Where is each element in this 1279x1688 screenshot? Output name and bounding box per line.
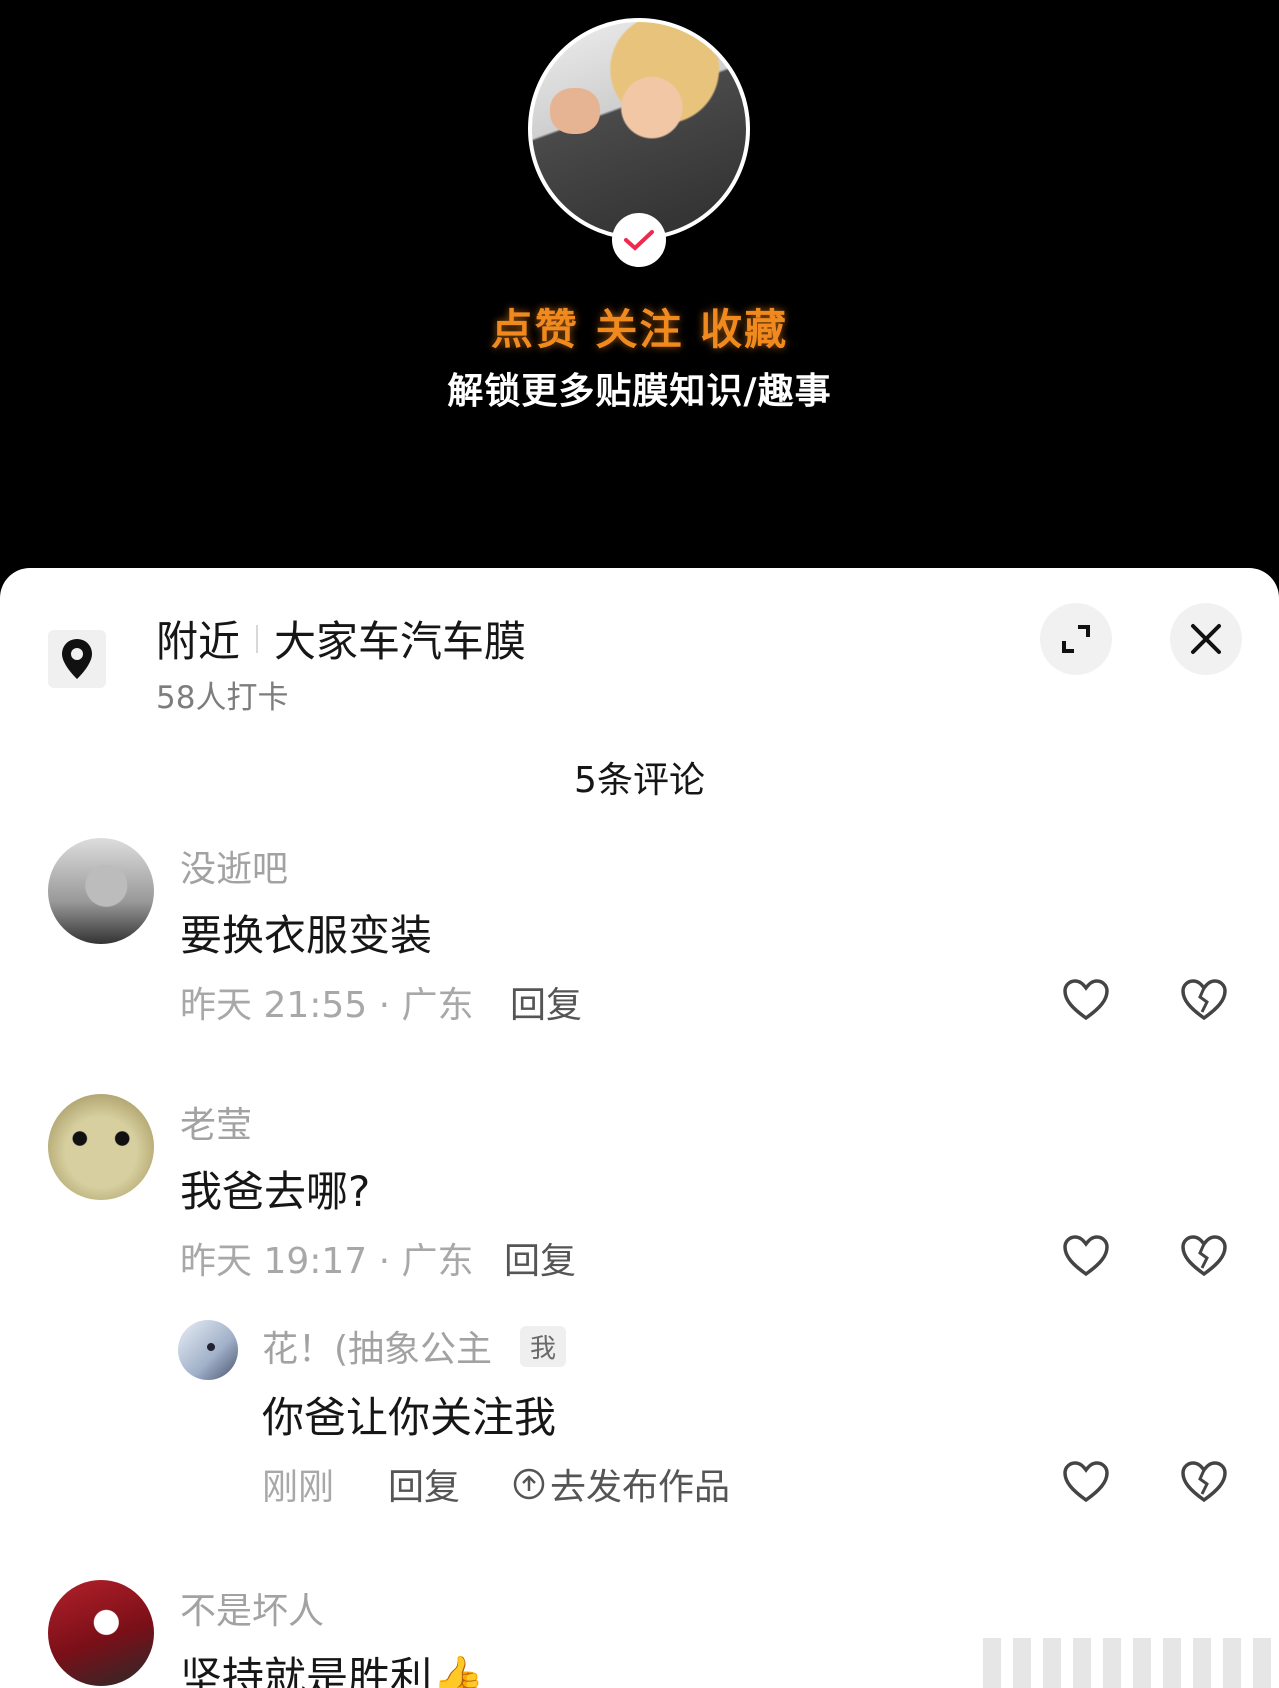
- comment-sheet: 附近 大家车汽车膜 58人打卡 5条评论 没逝吧 要换衣服变装 昨天 21:55…: [0, 568, 1279, 1688]
- me-tag: 我: [520, 1326, 567, 1367]
- avatar[interactable]: [48, 838, 154, 944]
- location-name: 大家车汽车膜: [274, 617, 527, 666]
- comment-username[interactable]: 不是坏人: [180, 1582, 324, 1634]
- comment-item: 老莹 我爸去哪? 昨天 19:17 · 广东 回复: [0, 1094, 1279, 1314]
- reply-button[interactable]: 回复: [388, 1458, 460, 1510]
- comment-text: 我爸去哪?: [180, 1167, 371, 1216]
- expand-icon: [1062, 625, 1090, 653]
- divider: [256, 624, 259, 653]
- publish-label: 去发布作品: [550, 1467, 731, 1508]
- comment-text: 要换衣服变装: [180, 911, 433, 960]
- reply-meta: 刚刚: [262, 1467, 335, 1508]
- broken-heart-icon: [1181, 1461, 1227, 1503]
- comment-meta: 昨天 19:17 · 广东: [180, 1241, 474, 1282]
- like-button[interactable]: [1060, 974, 1112, 1026]
- dislike-button[interactable]: [1178, 974, 1230, 1026]
- reply-username[interactable]: 花！(抽象公主: [262, 1320, 492, 1372]
- comment-username[interactable]: 老莹: [180, 1096, 252, 1148]
- reply-button[interactable]: 回复: [504, 1232, 576, 1284]
- avatar[interactable]: [48, 1580, 154, 1686]
- watermark: [983, 1638, 1273, 1688]
- avatar[interactable]: [48, 1094, 154, 1200]
- broken-heart-icon: [1181, 1235, 1227, 1277]
- upload-icon: [513, 1468, 545, 1500]
- check-icon: [624, 230, 654, 251]
- avatar[interactable]: [178, 1320, 238, 1380]
- comments-count: 5条评论: [574, 760, 705, 801]
- heart-icon: [1063, 1235, 1109, 1277]
- comment-meta: 昨天 21:55 · 广东: [180, 985, 474, 1026]
- comment-text: 坚持就是胜利👍: [180, 1653, 485, 1688]
- location-pin-icon[interactable]: [48, 630, 106, 688]
- comment-username[interactable]: 没逝吧: [180, 840, 288, 892]
- dislike-button[interactable]: [1178, 1456, 1230, 1508]
- heart-icon: [1063, 979, 1109, 1021]
- dislike-button[interactable]: [1178, 1230, 1230, 1282]
- expand-button[interactable]: [1040, 603, 1112, 675]
- avatar-fist-detail: [550, 88, 600, 134]
- publish-work-button[interactable]: 去发布作品: [512, 1458, 730, 1510]
- video-area[interactable]: 点赞 关注 收藏 解锁更多贴膜知识/趣事: [0, 0, 1279, 580]
- close-icon: [1191, 624, 1221, 654]
- video-caption-title: 点赞 关注 收藏: [490, 305, 789, 354]
- like-button[interactable]: [1060, 1456, 1112, 1508]
- follow-check-badge[interactable]: [612, 213, 666, 267]
- heart-icon: [1063, 1461, 1109, 1503]
- reply-text: 你爸让你关注我: [262, 1393, 557, 1442]
- location-title[interactable]: 附近 大家车汽车膜: [156, 608, 526, 669]
- reply-item: 花！(抽象公主 我 你爸让你关注我 刚刚 回复 去发布作品: [0, 1320, 1279, 1520]
- close-button[interactable]: [1170, 603, 1242, 675]
- broken-heart-icon: [1181, 979, 1227, 1021]
- comment-item: 没逝吧 要换衣服变装 昨天 21:55 · 广东 回复: [0, 838, 1279, 1058]
- reply-button[interactable]: 回复: [510, 976, 582, 1028]
- location-checkins: 58人打卡: [156, 680, 289, 716]
- video-caption-subtitle: 解锁更多贴膜知识/趣事: [447, 371, 832, 412]
- creator-avatar[interactable]: [528, 18, 750, 240]
- location-nearby-label: 附近: [156, 617, 241, 666]
- like-button[interactable]: [1060, 1230, 1112, 1282]
